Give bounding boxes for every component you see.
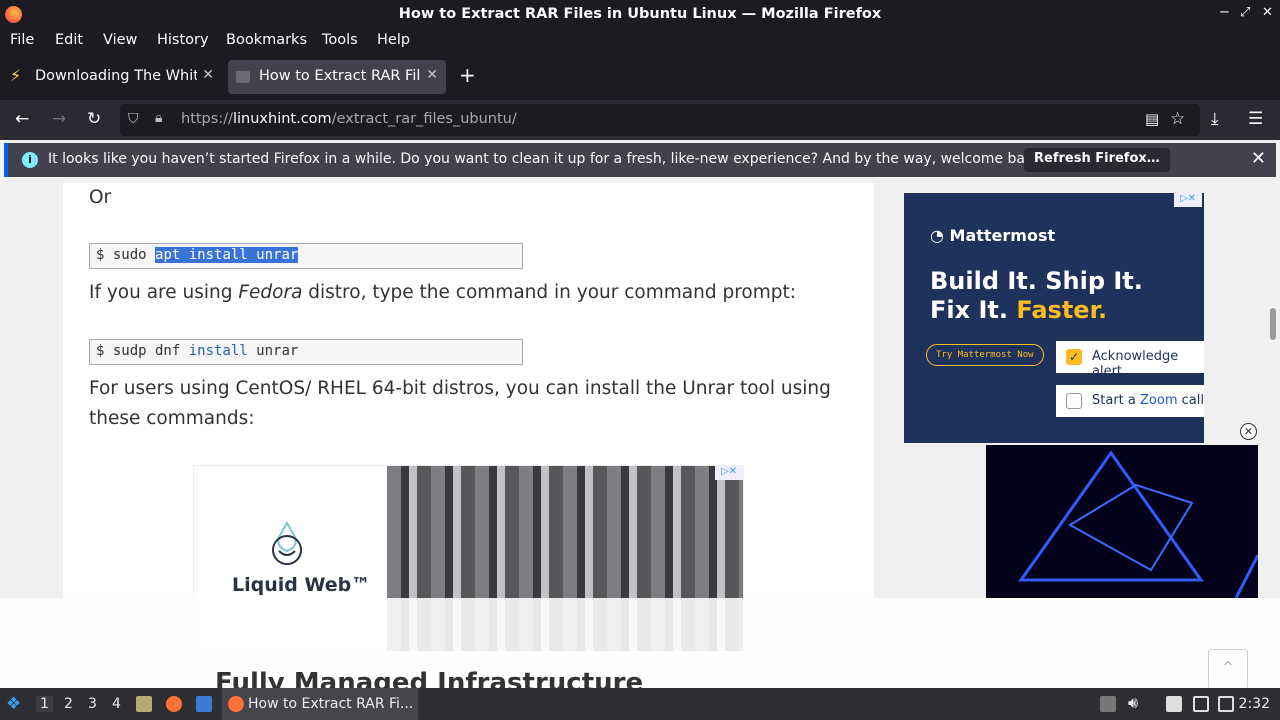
tab-extract-rar[interactable]: How to Extract RAR Files ✕ — [228, 60, 446, 94]
shield-icon[interactable]: ⛉ — [128, 111, 139, 127]
centos-paragraph-line1: For users using CentOS/ RHEL 64-bit dist… — [89, 378, 831, 399]
volume-icon[interactable]: 🔊︎ — [1128, 693, 1138, 713]
hamburger-menu-icon[interactable]: ☰ — [1248, 109, 1263, 129]
clipboard-icon[interactable] — [1100, 696, 1116, 712]
start-menu-icon[interactable]: ❖ — [6, 694, 21, 714]
reload-button[interactable]: ↻ — [87, 109, 101, 129]
adchoices-icon[interactable]: ▷✕ — [715, 466, 743, 480]
menu-view[interactable]: View — [103, 32, 137, 48]
close-tab-icon[interactable]: ✕ — [202, 67, 214, 83]
downloads-icon[interactable]: ⤓ — [1211, 109, 1219, 129]
mattermost-logo: ◔ Mattermost — [930, 226, 1056, 245]
notes-icon[interactable] — [1166, 696, 1182, 712]
liquidweb-brand: Liquid Web™ — [232, 574, 371, 596]
checkbox-empty-icon — [1066, 393, 1082, 409]
clock[interactable]: 2:32 — [1239, 696, 1270, 712]
url-bar[interactable]: ⛉ 🔒︎ https://linuxhint.com/extract_rar_f… — [120, 104, 1200, 136]
video-ad[interactable] — [986, 445, 1258, 598]
tab-label: How to Extract RAR Files — [259, 68, 421, 84]
menu-help[interactable]: Help — [377, 32, 410, 48]
refresh-firefox-button[interactable]: Refresh Firefox… — [1024, 148, 1170, 172]
favicon-icon — [236, 71, 250, 83]
menu-bookmarks[interactable]: Bookmarks — [226, 32, 307, 48]
tab-label: Downloading The White House... — [35, 68, 197, 84]
menu-history[interactable]: History — [157, 32, 209, 48]
menu-tools[interactable]: Tools — [322, 32, 358, 48]
adchoices-icon[interactable]: ▷✕ — [1174, 193, 1202, 207]
bookmark-star-icon[interactable]: ☆ — [1170, 109, 1185, 129]
ad-check-zoom: Start a Zoom call — [1056, 385, 1204, 417]
workspace-3[interactable]: 3 — [88, 696, 97, 712]
workspace-1[interactable]: 1 — [36, 696, 53, 712]
window-title: How to Extract RAR Files in Ubuntu Linux… — [398, 6, 882, 22]
network-icon[interactable] — [1218, 696, 1234, 712]
ad-check-acknowledge: ✓ Acknowledge alert — [1056, 341, 1204, 379]
workspace-4[interactable]: 4 — [112, 696, 121, 712]
forward-button[interactable]: → — [52, 109, 66, 129]
ad-close-icon[interactable]: ✕ — [1240, 423, 1257, 440]
lock-icon[interactable]: 🔒︎ — [155, 110, 162, 126]
reader-view-icon[interactable]: ▤ — [1145, 110, 1159, 128]
navigation-bar: ← → ↻ ⛉ 🔒︎ https://linuxhint.com/extract… — [0, 100, 1280, 140]
info-icon: i — [22, 152, 38, 168]
minimize-button[interactable]: − — [1219, 5, 1230, 20]
firefox-icon — [228, 696, 244, 712]
taskbar: ❖ 1 2 3 4 How to Extract RAR Fi... 🔊︎ 2:… — [0, 688, 1280, 720]
firefox-launcher-icon[interactable] — [166, 696, 182, 712]
taskbar-app-firefox[interactable]: How to Extract RAR Fi... — [222, 688, 418, 720]
neon-triangles-graphic — [1018, 450, 1258, 598]
code-block-apt[interactable]: $ sudo apt install unrar — [89, 243, 523, 269]
maximize-button[interactable]: ⤢ — [1240, 5, 1250, 20]
terminal-launcher-icon[interactable] — [196, 696, 212, 712]
tab-bar: ⚡ Downloading The White House... ✕ How t… — [0, 54, 1280, 100]
or-text: Or — [89, 187, 112, 208]
liquidweb-logo-icon — [272, 521, 302, 565]
ad-heading-infrastructure: Fully Managed Infrastructure — [215, 668, 644, 688]
try-mattermost-button[interactable]: Try Mattermost Now — [926, 344, 1044, 366]
page-viewport: Or $ sudo apt install unrar If you are u… — [0, 183, 1280, 688]
workspace-2[interactable]: 2 — [64, 696, 73, 712]
tab-downloading[interactable]: ⚡ Downloading The White House... ✕ — [4, 60, 222, 94]
window-titlebar: How to Extract RAR Files in Ubuntu Linux… — [0, 0, 1280, 29]
mattermost-ad[interactable]: ▷✕ ◔ Mattermost Build It. Ship It. Fix It… — [904, 193, 1204, 443]
lightning-icon: ⚡ — [10, 66, 22, 85]
scroll-to-top-button[interactable]: ⌃ — [1208, 649, 1248, 688]
checkbox-checked-icon: ✓ — [1066, 349, 1082, 365]
code-block-dnf[interactable]: $ sudp dnf install unrar — [89, 339, 523, 365]
close-window-button[interactable]: ✕ — [1262, 5, 1273, 20]
notification-message: It looks like you haven’t started Firefo… — [48, 151, 1047, 167]
menu-file[interactable]: File — [10, 32, 34, 48]
taskbar-app-label: How to Extract RAR Fi... — [248, 696, 414, 712]
ad-headline: Build It. Ship It. Fix It. Faster. — [930, 267, 1143, 324]
file-manager-icon[interactable] — [136, 696, 152, 712]
display-icon[interactable] — [1193, 696, 1209, 712]
menu-bar: File Edit View History Bookmarks Tools H… — [0, 29, 1280, 54]
bottom-sticky-overlay: Fully Managed Infrastructure — [0, 598, 1280, 688]
close-notification-icon[interactable]: ✕ — [1251, 148, 1266, 169]
fedora-paragraph: If you are using Fedora distro, type the… — [89, 282, 796, 303]
menu-edit[interactable]: Edit — [55, 32, 83, 48]
centos-paragraph-line2: these commands: — [89, 408, 255, 429]
back-button[interactable]: ← — [15, 109, 29, 129]
url-text[interactable]: https://linuxhint.com/extract_rar_files_… — [181, 111, 517, 127]
notification-bar: i It looks like you haven’t started Fire… — [4, 143, 1276, 177]
new-tab-button[interactable]: + — [459, 63, 476, 87]
close-tab-icon[interactable]: ✕ — [426, 67, 438, 83]
page-scrollbar[interactable] — [1270, 308, 1276, 340]
